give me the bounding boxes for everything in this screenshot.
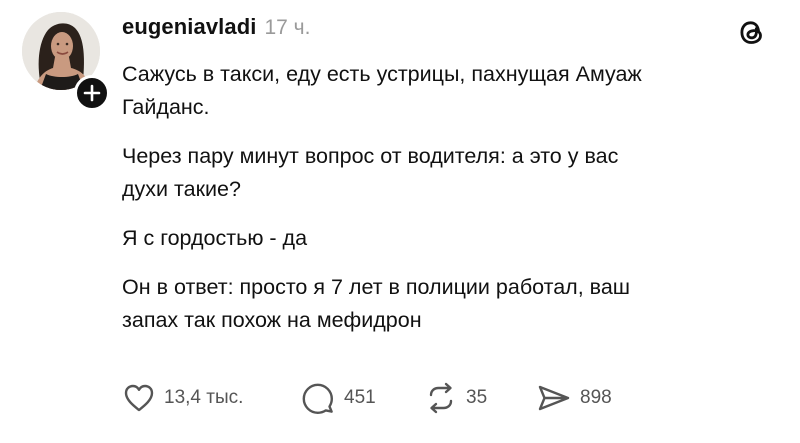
- share-count: 898: [580, 387, 612, 408]
- reply-button[interactable]: 451: [300, 381, 424, 415]
- paragraph: Я с гордостью - да: [122, 222, 762, 255]
- action-bar: 13,4 тыс. 451 35 898: [122, 380, 636, 416]
- follow-button[interactable]: [74, 75, 110, 111]
- like-count: 13,4 тыс.: [164, 387, 244, 408]
- text-line: духи такие?: [122, 177, 241, 201]
- threads-logo-icon: [734, 14, 770, 50]
- text-line: Я с гордостью - да: [122, 226, 308, 250]
- repost-icon: [429, 382, 453, 414]
- text-line: запах так похож на мефидрон: [122, 308, 422, 332]
- like-button[interactable]: 13,4 тыс.: [122, 382, 300, 414]
- text-line: Через пару минут вопрос от водителя: а э…: [122, 144, 619, 168]
- send-icon: [538, 385, 570, 411]
- username[interactable]: eugeniavladi: [122, 14, 256, 40]
- text-line: Сажусь в такси, еду есть устрицы, пахнущ…: [122, 62, 642, 86]
- timestamp: 17 ч.: [264, 16, 311, 39]
- paragraph: Он в ответ: просто я 7 лет в полиции раб…: [122, 271, 762, 337]
- paragraph: Сажусь в такси, еду есть устрицы, пахнущ…: [122, 58, 762, 124]
- share-button[interactable]: 898: [536, 382, 636, 414]
- text-line: Он в ответ: просто я 7 лет в полиции раб…: [122, 275, 631, 299]
- post-body: Сажусь в такси, еду есть устрицы, пахнущ…: [122, 58, 762, 353]
- paragraph: Через пару минут вопрос от водителя: а э…: [122, 140, 762, 206]
- heart-icon: [124, 384, 154, 412]
- repost-count: 35: [466, 387, 488, 408]
- threads-post: eugeniavladi 17 ч. Сажусь в такси, еду е…: [0, 0, 800, 443]
- post-header: eugeniavladi 17 ч.: [122, 14, 310, 44]
- reply-count: 451: [344, 387, 376, 408]
- text-line: Гайданс.: [122, 95, 210, 119]
- repost-button[interactable]: 35: [424, 381, 536, 415]
- comment-bubble-icon: [302, 383, 333, 414]
- plus-icon: [83, 84, 101, 102]
